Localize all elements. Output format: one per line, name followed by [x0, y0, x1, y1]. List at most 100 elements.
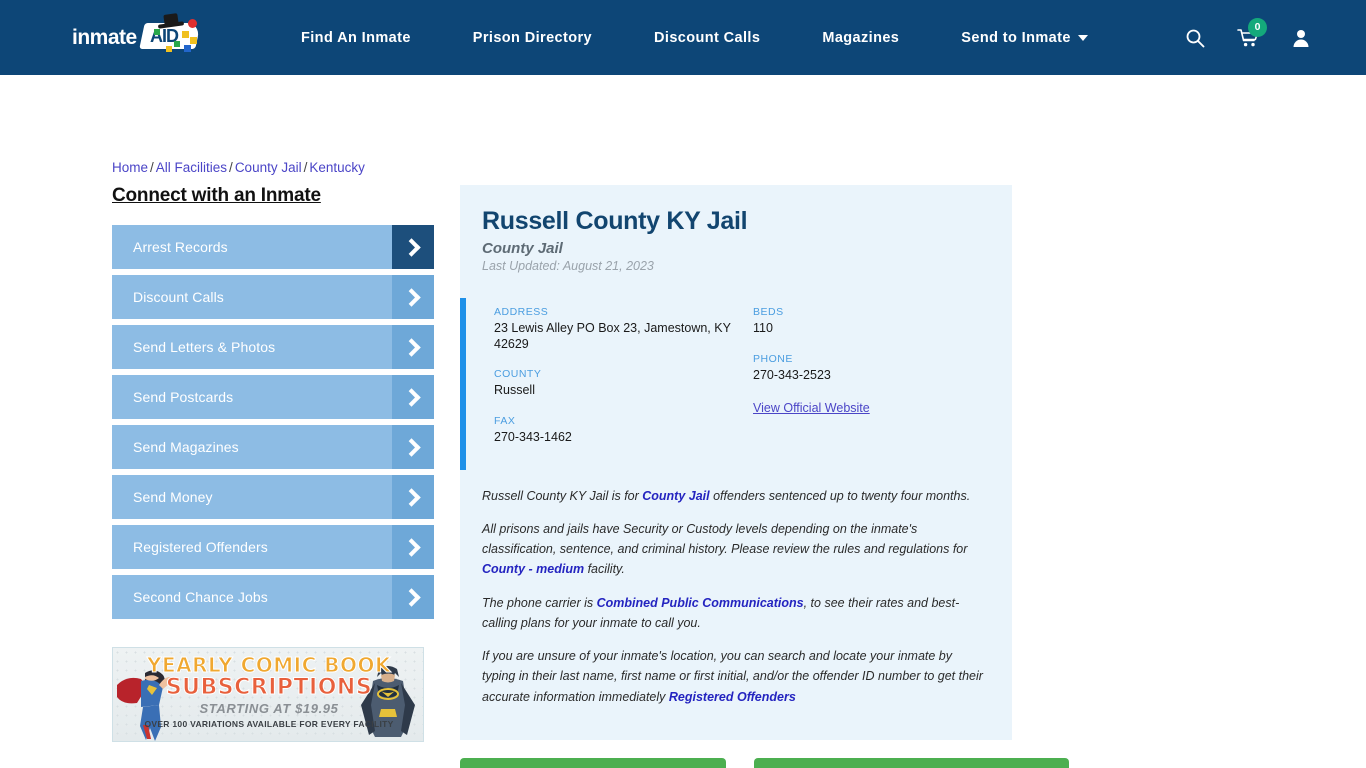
facility-info-block: ADDRESS 23 Lewis Alley PO Box 23, Jamest… — [460, 298, 1012, 470]
info-item-phone: PHONE 270-343-2523 — [753, 353, 1012, 384]
county-jail-link[interactable]: County Jail — [642, 489, 709, 503]
ad-subtext-line: OVER 100 VARIATIONS AVAILABLE FOR EVERY … — [144, 719, 394, 729]
sidebar-item-label: Discount Calls — [133, 289, 224, 305]
registered-offenders-link[interactable]: Registered Offenders — [669, 690, 796, 704]
sidebar-item-label: Send Magazines — [133, 439, 239, 455]
chevron-right-icon — [392, 375, 434, 419]
chevron-down-icon — [1077, 34, 1088, 41]
sidebar-item-label: Send Postcards — [133, 389, 234, 405]
visitations-button[interactable]: Visitations - times, rules, Covid cancel… — [754, 757, 1070, 768]
ad-headline-line1: YEARLY COMIC BOOK — [146, 653, 391, 678]
comic-book-ad-banner[interactable]: YEARLY COMIC BOOK SUBSCRIPTIONS STARTING… — [112, 647, 424, 742]
ad-headline-line2: SUBSCRIPTIONS — [165, 675, 373, 701]
chevron-right-icon — [392, 575, 434, 619]
info-item-address: ADDRESS 23 Lewis Alley PO Box 23, Jamest… — [494, 306, 753, 352]
info-label: COUNTY — [494, 368, 542, 381]
sidebar-item-send-letters-photos[interactable]: Send Letters & Photos — [112, 325, 434, 369]
content-columns: Connect with an Inmate Arrest Records Di… — [0, 185, 1366, 768]
info-value: 270-343-2523 — [753, 367, 831, 382]
logo-confetti-icon — [154, 29, 160, 35]
description-paragraph-2: All prisons and jails have Security or C… — [482, 519, 988, 580]
nav-label: Prison Directory — [472, 29, 593, 46]
desc-text: offenders sentenced up to twenty four mo… — [709, 488, 971, 503]
description-paragraph-4: If you are unsure of your inmate's locat… — [482, 646, 988, 707]
logo-text: inmate — [72, 25, 137, 49]
desc-text: Russell County KY Jail is for — [482, 488, 643, 503]
info-item-fax: FAX 270-343-1462 — [494, 415, 753, 446]
breadcrumb-item-all-facilities[interactable]: All Facilities — [156, 160, 227, 175]
site-logo[interactable]: inmate AID — [70, 14, 201, 60]
breadcrumb-separator: / — [229, 160, 233, 175]
desc-text: All prisons and jails have Security or C… — [482, 521, 968, 556]
site-header: inmate AID Find An Inmate Prison Directo… — [0, 0, 1366, 75]
sidebar-item-label: Registered Offenders — [133, 539, 268, 555]
sidebar-item-label: Send Money — [133, 489, 213, 505]
chevron-right-icon — [392, 275, 434, 319]
description-paragraph-1: Russell County KY Jail is for County Jai… — [482, 486, 988, 506]
sidebar-item-registered-offenders[interactable]: Registered Offenders — [112, 525, 434, 569]
sidebar-item-second-chance-jobs[interactable]: Second Chance Jobs — [112, 575, 434, 619]
info-column-right: BEDS 110 PHONE 270-343-2523 View Officia… — [753, 306, 1012, 462]
sidebar-item-send-money[interactable]: Send Money — [112, 475, 434, 519]
chevron-right-icon — [392, 425, 434, 469]
breadcrumb-item-home[interactable]: Home — [112, 160, 148, 175]
chevron-right-icon — [392, 225, 434, 269]
breadcrumb-separator: / — [150, 160, 154, 175]
info-label: FAX — [494, 414, 516, 427]
info-item-beds: BEDS 110 — [753, 306, 1012, 337]
chevron-right-icon — [392, 525, 434, 569]
logo-confetti-icon — [182, 31, 189, 38]
search-icon[interactable] — [1185, 28, 1205, 48]
nav-item-magazines[interactable]: Magazines — [791, 30, 930, 46]
last-updated-text: Last Updated: August 21, 2023 — [482, 259, 654, 273]
nav-item-discount-calls[interactable]: Discount Calls — [623, 30, 791, 46]
nav-label: Send to Inmate — [961, 29, 1071, 46]
info-column-left: ADDRESS 23 Lewis Alley PO Box 23, Jamest… — [494, 306, 753, 462]
info-value: 110 — [753, 321, 773, 335]
nav-item-send-to-inmate[interactable]: Send to Inmate — [930, 30, 1119, 46]
find-inmate-button[interactable]: Looking for an inmate at this facility? — [460, 757, 727, 768]
nav-item-find-an-inmate[interactable]: Find An Inmate — [270, 30, 442, 46]
info-item-official-website: View Official Website — [753, 399, 1012, 417]
chevron-right-icon — [392, 325, 434, 369]
nav-label: Find An Inmate — [301, 29, 411, 46]
info-value: 23 Lewis Alley PO Box 23, Jamestown, KY … — [494, 321, 731, 351]
cart-count-badge: 0 — [1248, 17, 1267, 37]
facility-description: Russell County KY Jail is for County Jai… — [460, 470, 1012, 726]
phone-carrier-link[interactable]: Combined Public Communications — [597, 596, 804, 610]
nav-label: Discount Calls — [654, 29, 761, 46]
sidebar-item-arrest-records[interactable]: Arrest Records — [112, 225, 434, 269]
logo-confetti-icon — [166, 46, 172, 52]
breadcrumb-item-kentucky[interactable]: Kentucky — [309, 160, 365, 175]
sidebar-item-discount-calls[interactable]: Discount Calls — [112, 275, 434, 319]
logo-confetti-icon — [174, 41, 180, 47]
sidebar-item-send-magazines[interactable]: Send Magazines — [112, 425, 434, 469]
info-label: BEDS — [753, 306, 784, 318]
page-title: Russell County KY Jail — [482, 207, 748, 235]
info-value: 270-343-1462 — [494, 429, 572, 444]
ad-price-line: STARTING AT $19.95 — [199, 701, 339, 716]
sidebar-item-label: Send Letters & Photos — [133, 339, 276, 355]
view-official-website-link[interactable]: View Official Website — [753, 401, 870, 415]
sidebar-item-label: Second Chance Jobs — [133, 589, 268, 605]
sidebar-item-label: Arrest Records — [133, 239, 228, 255]
main-content: Russell County KY Jail County Jail Last … — [460, 185, 1070, 768]
facility-type: County Jail — [482, 240, 563, 257]
cta-button-row: Looking for an inmate at this facility? … — [460, 757, 1070, 768]
header-icon-group: 0 — [1185, 0, 1311, 75]
nav-label: Magazines — [822, 29, 900, 46]
desc-text: The phone carrier is — [482, 595, 597, 610]
user-icon[interactable] — [1291, 28, 1311, 48]
info-label: PHONE — [753, 352, 793, 365]
info-value: Russell — [494, 383, 535, 398]
cart-icon[interactable]: 0 — [1237, 17, 1267, 48]
logo-confetti-icon — [184, 45, 191, 52]
county-medium-link[interactable]: County - medium — [482, 562, 584, 576]
logo-confetti-icon — [188, 19, 197, 28]
logo-hat-icon — [158, 14, 184, 27]
sidebar-item-send-postcards[interactable]: Send Postcards — [112, 375, 434, 419]
nav-item-prison-directory[interactable]: Prison Directory — [442, 30, 623, 46]
breadcrumb-item-county-jail[interactable]: County Jail — [235, 160, 302, 175]
sidebar-heading: Connect with an Inmate — [112, 185, 321, 206]
breadcrumb: Home / All Facilities / County Jail / Kentucky — [112, 160, 365, 175]
